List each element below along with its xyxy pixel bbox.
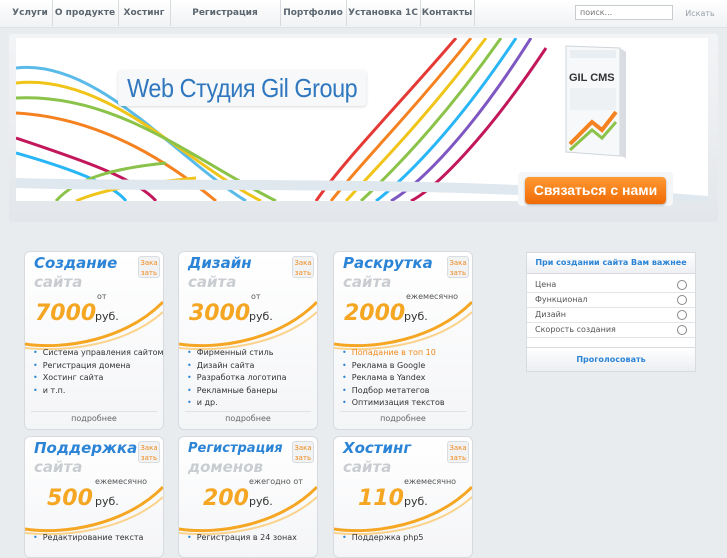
poll-option[interactable]: Цена: [527, 277, 695, 293]
price-unit: руб.: [95, 310, 119, 323]
radio-button[interactable]: [677, 295, 687, 305]
list-item: Редактирование текста: [33, 532, 144, 545]
service-card-hosting: Хостинг сайта Зака зать ежемесячно 110 р…: [333, 436, 473, 558]
price-value: 200: [203, 486, 249, 511]
service-card-design: Дизайн сайта Зака зать от 3000 руб. Фирм…: [178, 251, 318, 430]
poll-option[interactable]: Дизайн: [527, 307, 695, 323]
order-button[interactable]: Зака зать: [138, 256, 160, 278]
nav-item-domains[interactable]: Регистрация доменов: [170, 0, 281, 44]
card-subtitle: сайта: [34, 458, 83, 476]
banner-title: Web Студия Gil Group: [118, 70, 367, 106]
service-card-promotion: Раскрутка сайта Зака зать ежемесячно 200…: [333, 251, 473, 430]
order-button[interactable]: Зака зать: [138, 441, 160, 463]
cms-product-box-image: [565, 45, 626, 158]
feature-list: Попадание в топ 10 Реклама в Google Рекл…: [342, 347, 445, 410]
list-item: Система управления сайтом: [33, 347, 163, 360]
nav-item-about[interactable]: О продукте: [52, 0, 119, 26]
list-item: Подбор метатегов: [342, 385, 445, 398]
price-unit: руб.: [404, 495, 428, 508]
list-item: Поддержка php5: [342, 532, 424, 545]
order-button[interactable]: Зака зать: [447, 441, 469, 463]
card-subtitle: сайта: [343, 273, 392, 291]
list-item: Регистрация домена: [33, 360, 163, 373]
price-value: 2000: [344, 301, 406, 326]
nav-item-hosting[interactable]: Хостинг: [118, 0, 171, 26]
service-card-support: Поддержка сайта Зака зать ежемесячно 500…: [24, 436, 164, 558]
cms-box-label: GIL CMS: [569, 72, 615, 84]
price-prefix: ежемесячно: [95, 477, 148, 486]
list-item: Регистрация в 24 зонах: [187, 532, 297, 545]
price-value: 7000: [35, 301, 97, 326]
poll-option-label: Скорость создания: [535, 325, 616, 334]
poll-option-label: Функционал: [535, 295, 588, 304]
list-item: Оптимизация текстов: [342, 397, 445, 410]
nav-item-1c[interactable]: Установка 1С: [346, 0, 421, 26]
nav-item-portfolio[interactable]: Портфолио: [280, 0, 347, 26]
poll-option[interactable]: Скорость создания: [527, 322, 695, 338]
search-button[interactable]: Искать: [677, 6, 723, 21]
poll-option[interactable]: Функционал: [527, 292, 695, 308]
price-prefix: ежегодно от: [249, 477, 303, 486]
order-button[interactable]: Зака зать: [292, 256, 314, 278]
poll-widget: При создании сайта Вам важнее Цена Функц…: [526, 252, 696, 372]
list-item: Реклама в Yandex: [342, 372, 445, 385]
nav-item-services[interactable]: Услуги: [8, 0, 53, 26]
list-item: и т.п.: [33, 385, 163, 398]
poll-option-label: Дизайн: [535, 310, 567, 319]
list-item-highlight[interactable]: Попадание в топ 10: [342, 347, 445, 360]
price-prefix: ежемесячно: [406, 292, 459, 301]
price-unit: руб.: [404, 310, 428, 323]
more-link[interactable]: подробнее: [340, 411, 466, 426]
price-value: 110: [358, 486, 404, 511]
service-card-creation: Создание сайта Зака зать от 7000 руб. Си…: [24, 251, 164, 430]
feature-list: Система управления сайтом Регистрация до…: [33, 347, 163, 398]
more-link[interactable]: подробнее: [31, 411, 157, 426]
list-item: Реклама в Google: [342, 360, 445, 373]
card-subtitle: сайта: [343, 458, 392, 476]
radio-button[interactable]: [677, 310, 687, 320]
list-item: Хостинг сайта: [33, 372, 163, 385]
nav-item-contacts[interactable]: Контакты: [420, 0, 475, 26]
price-prefix: ежемесячно: [404, 477, 457, 486]
search-input[interactable]: [575, 5, 673, 20]
card-title: Дизайн: [188, 254, 252, 272]
card-title: Раскрутка: [343, 254, 433, 272]
feature-list: Фирменный стиль Дизайн сайта Разработка …: [187, 347, 287, 410]
price-prefix: от: [251, 292, 261, 301]
price-value: 3000: [189, 301, 251, 326]
card-subtitle: сайта: [34, 273, 83, 291]
card-subtitle: сайта: [188, 273, 237, 291]
order-button[interactable]: Зака зать: [292, 441, 314, 463]
feature-list: Регистрация в 24 зонах: [187, 532, 297, 545]
card-title: Поддержка: [34, 439, 138, 457]
price-unit: руб.: [95, 495, 119, 508]
list-item: Фирменный стиль: [187, 347, 287, 360]
card-title: Создание: [34, 254, 118, 272]
order-button[interactable]: Зака зать: [447, 256, 469, 278]
poll-question: При создании сайта Вам важнее: [527, 253, 695, 274]
price-swoosh-graphic: [25, 485, 163, 536]
radio-button[interactable]: [677, 325, 687, 335]
list-item: Рекламные банеры: [187, 385, 287, 398]
list-item: Разработка логотипа: [187, 372, 287, 385]
more-link[interactable]: подробнее: [185, 411, 311, 426]
card-title: Хостинг: [343, 439, 412, 457]
contact-us-button[interactable]: Связаться с нами: [525, 177, 666, 204]
card-title: Регистрация: [188, 441, 283, 456]
feature-list: Поддержка php5: [342, 532, 424, 545]
radio-button[interactable]: [677, 280, 687, 290]
poll-option-label: Цена: [535, 280, 557, 289]
service-card-domains: Регистрация доменов Зака зать ежегодно о…: [178, 436, 318, 558]
top-nav: Услуги О продукте Хостинг Регистрация до…: [0, 0, 727, 44]
list-item: и др.: [187, 397, 287, 410]
price-unit: руб.: [249, 495, 273, 508]
price-prefix: от: [97, 292, 107, 301]
feature-list: Редактирование текста: [33, 532, 144, 545]
vote-button[interactable]: Проголосовать: [527, 347, 695, 371]
price-value: 500: [47, 486, 93, 511]
card-subtitle: доменов: [188, 458, 264, 476]
list-item: Дизайн сайта: [187, 360, 287, 373]
price-unit: руб.: [249, 310, 273, 323]
